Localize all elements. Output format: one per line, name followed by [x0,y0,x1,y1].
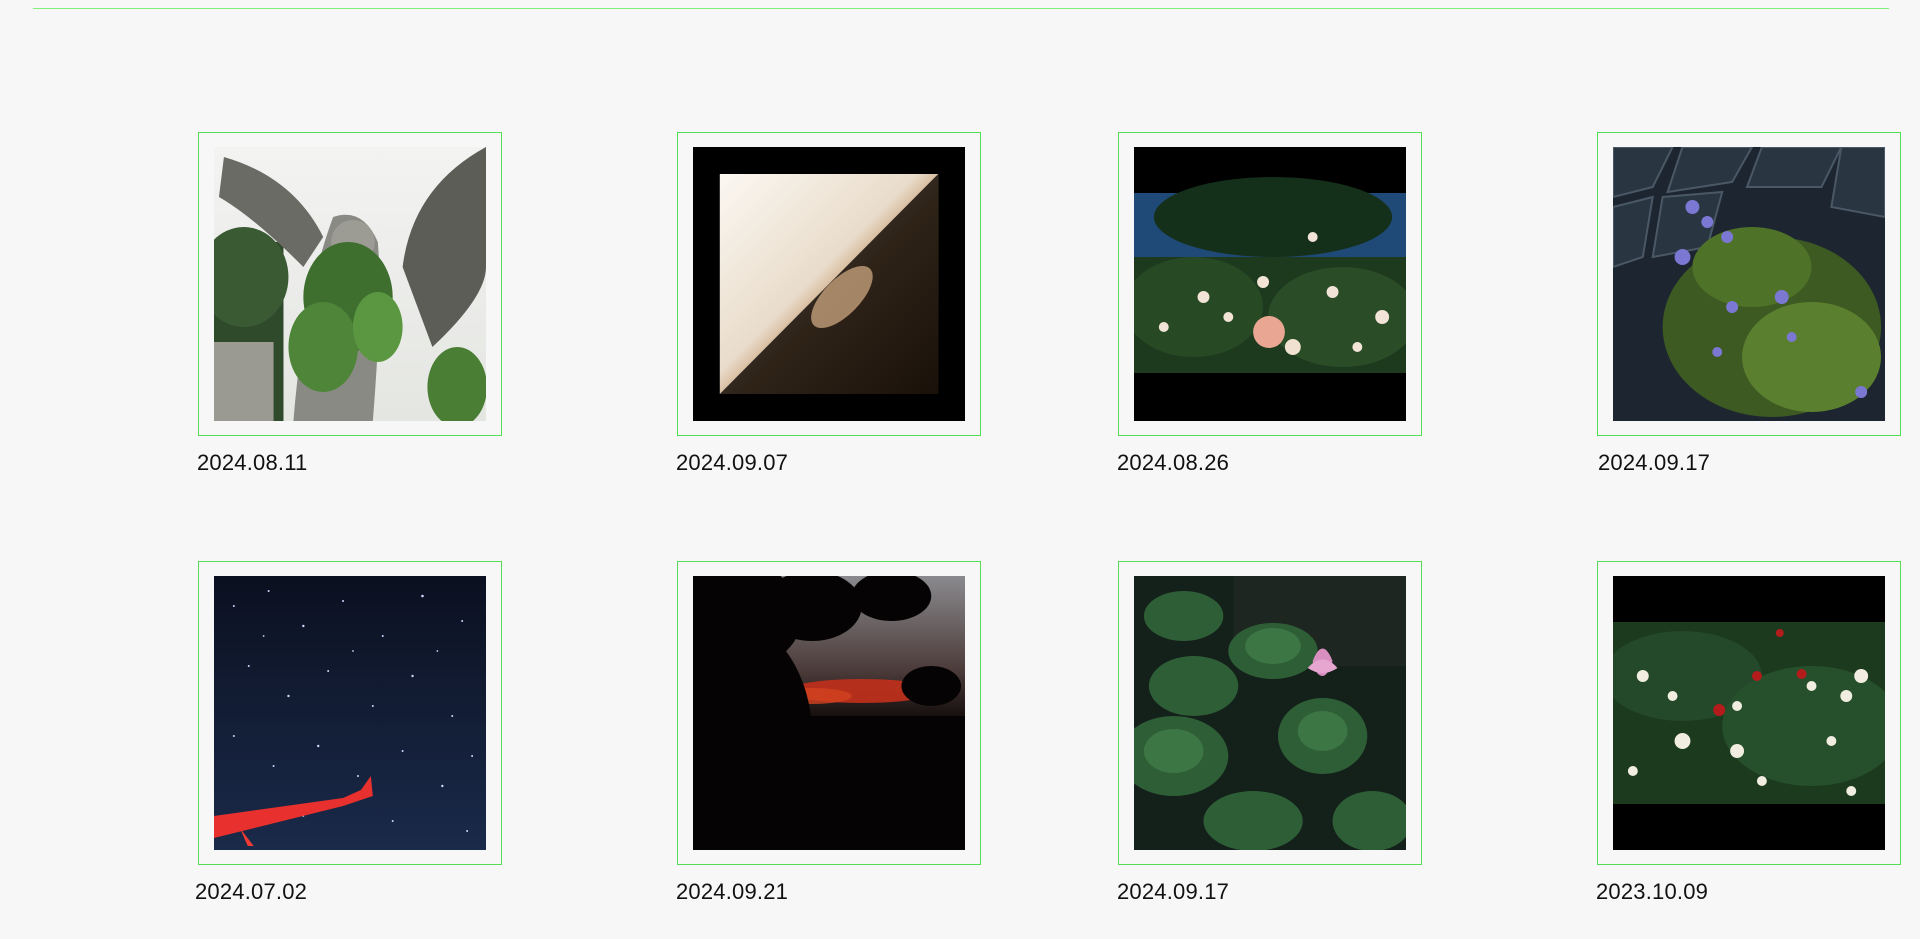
photo-date-label: 2023.10.09 [1596,879,1709,904]
photo-card-2[interactable] [677,132,981,436]
photo-date-label: 2024.09.21 [676,879,789,904]
photo-date-label: 2024.09.07 [676,450,789,475]
photo-card-1[interactable] [198,132,502,436]
photo-card-3[interactable] [1118,132,1422,436]
photo-thumbnail [693,576,965,850]
photo-thumbnail [693,147,965,421]
photo-thumbnail [214,576,486,850]
photo-date-label: 2024.07.02 [195,879,308,904]
photo-card-4[interactable] [1597,132,1901,436]
photo-date-label: 2024.08.11 [197,450,308,475]
photo-thumbnail [1134,576,1406,850]
photo-thumbnail [1613,576,1885,850]
photo-date-label: 2024.09.17 [1117,879,1230,904]
photo-date-label: 2024.08.26 [1117,450,1230,475]
photo-thumbnail [1134,147,1406,421]
photo-card-7[interactable] [1118,561,1422,865]
photo-thumbnail [1613,147,1885,421]
photo-thumbnail [214,147,486,421]
photo-date-label: 2024.09.17 [1598,450,1711,475]
photo-card-6[interactable] [677,561,981,865]
top-divider [33,8,1889,9]
photo-card-8[interactable] [1597,561,1901,865]
photo-card-5[interactable] [198,561,502,865]
